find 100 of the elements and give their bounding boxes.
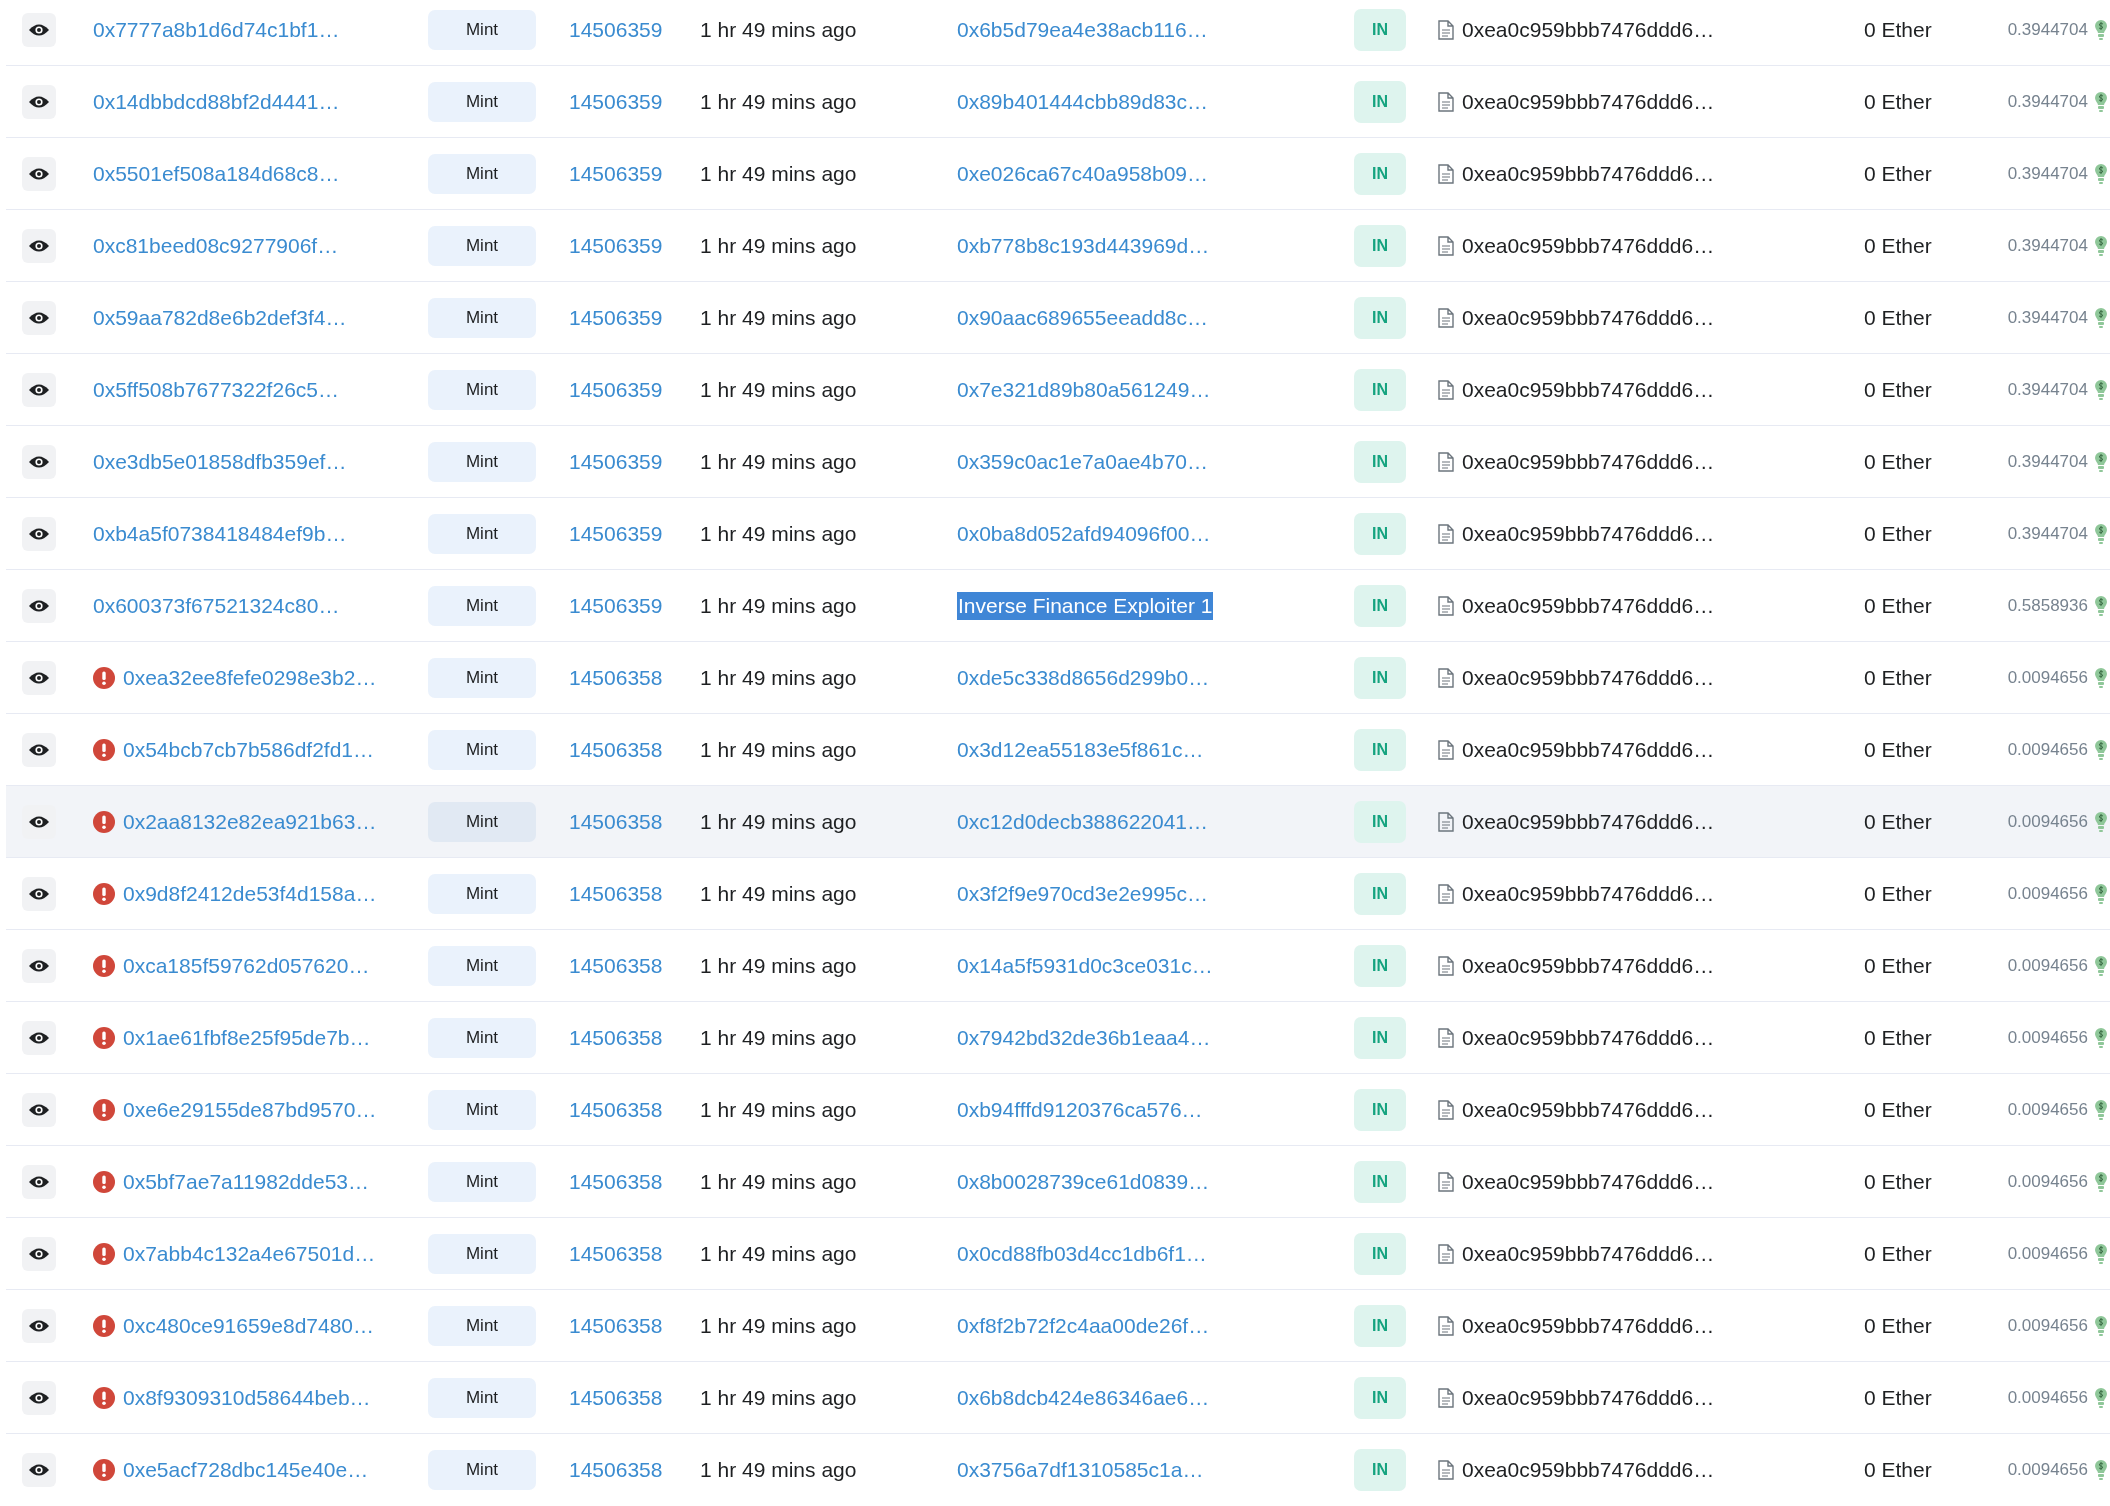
to-address-link[interactable]: 0xea0c959bbb7476ddd6…	[1462, 305, 1715, 330]
from-address-link[interactable]: 0xc12d0decb388622041…	[957, 809, 1209, 834]
from-address-link[interactable]: 0x0cd88fb03d4cc1db6f1…	[957, 1241, 1207, 1266]
from-address-link[interactable]: 0xe026ca67c40a958b09…	[957, 161, 1209, 186]
from-address-link[interactable]: 0x89b401444cbb89d83c…	[957, 89, 1209, 114]
preview-button[interactable]	[22, 1164, 56, 1199]
block-link[interactable]: 14506359	[569, 161, 663, 186]
to-address-link[interactable]: 0xea0c959bbb7476ddd6…	[1462, 89, 1715, 114]
transaction-hash-link[interactable]: 0xc81beed08c9277906f…	[93, 233, 339, 258]
to-address-link[interactable]: 0xea0c959bbb7476ddd6…	[1462, 593, 1715, 618]
block-link[interactable]: 14506358	[569, 881, 663, 906]
transaction-hash-link[interactable]: 0x5ff508b7677322f26c5…	[93, 377, 339, 402]
preview-button[interactable]	[22, 1236, 56, 1271]
block-link[interactable]: 14506359	[569, 521, 663, 546]
transaction-hash-link[interactable]: 0x5bf7ae7a11982dde53…	[123, 1169, 369, 1194]
block-link[interactable]: 14506358	[569, 1385, 663, 1410]
to-address-link[interactable]: 0xea0c959bbb7476ddd6…	[1462, 521, 1715, 546]
transaction-hash-link[interactable]: 0x54bcb7cb7b586df2fd1…	[123, 737, 375, 762]
block-link[interactable]: 14506358	[569, 1097, 663, 1122]
to-address-link[interactable]: 0xea0c959bbb7476ddd6…	[1462, 233, 1715, 258]
transaction-hash-link[interactable]: 0x8f9309310d58644beb…	[123, 1385, 371, 1410]
to-address-link[interactable]: 0xea0c959bbb7476ddd6…	[1462, 737, 1715, 762]
to-address-link[interactable]: 0xea0c959bbb7476ddd6…	[1462, 1241, 1715, 1266]
to-address-link[interactable]: 0xea0c959bbb7476ddd6…	[1462, 953, 1715, 978]
block-link[interactable]: 14506358	[569, 1457, 663, 1482]
from-address-link[interactable]: 0xb778b8c193d443969d…	[957, 233, 1210, 258]
preview-button[interactable]	[22, 372, 56, 407]
from-address-link[interactable]: 0xf8f2b72f2c4aa00de26f…	[957, 1313, 1210, 1338]
transaction-hash-link[interactable]: 0x600373f67521324c80…	[93, 593, 340, 618]
from-address-link[interactable]: 0x90aac689655eeadd8c…	[957, 305, 1209, 330]
block-link[interactable]: 14506358	[569, 1025, 663, 1050]
block-link[interactable]: 14506358	[569, 1241, 663, 1266]
from-address-link[interactable]: 0x3756a7df1310585c1a…	[957, 1457, 1204, 1482]
transaction-hash-link[interactable]: 0x7abb4c132a4e67501d…	[123, 1241, 376, 1266]
block-link[interactable]: 14506359	[569, 233, 663, 258]
block-link[interactable]: 14506359	[569, 449, 663, 474]
block-link[interactable]: 14506359	[569, 377, 663, 402]
from-address-link[interactable]: 0x3f2f9e970cd3e2e995c…	[957, 881, 1209, 906]
transaction-hash-link[interactable]: 0x9d8f2412de53f4d158a…	[123, 881, 377, 906]
transaction-hash-link[interactable]: 0x14dbbdcd88bf2d4441…	[93, 89, 340, 114]
transaction-hash-link[interactable]: 0x1ae61fbf8e25f95de7b…	[123, 1025, 371, 1050]
transaction-hash-link[interactable]: 0xe6e29155de87bd9570…	[123, 1097, 377, 1122]
preview-button[interactable]	[22, 1020, 56, 1055]
from-address-link[interactable]: 0x6b5d79ea4e38acb116…	[957, 17, 1208, 42]
block-link[interactable]: 14506358	[569, 1313, 663, 1338]
from-address-link[interactable]: 0x14a5f5931d0c3ce031c…	[957, 953, 1213, 978]
preview-button[interactable]	[22, 444, 56, 479]
block-link[interactable]: 14506358	[569, 953, 663, 978]
to-address-link[interactable]: 0xea0c959bbb7476ddd6…	[1462, 809, 1715, 834]
from-address-link[interactable]: 0x0ba8d052afd94096f00…	[957, 521, 1211, 546]
to-address-link[interactable]: 0xea0c959bbb7476ddd6…	[1462, 1457, 1715, 1482]
preview-button[interactable]	[22, 1452, 56, 1487]
preview-button[interactable]	[22, 1092, 56, 1127]
block-link[interactable]: 14506358	[569, 737, 663, 762]
to-address-link[interactable]: 0xea0c959bbb7476ddd6…	[1462, 1385, 1715, 1410]
to-address-link[interactable]: 0xea0c959bbb7476ddd6…	[1462, 161, 1715, 186]
to-address-link[interactable]: 0xea0c959bbb7476ddd6…	[1462, 881, 1715, 906]
preview-button[interactable]	[22, 876, 56, 911]
preview-button[interactable]	[22, 588, 56, 623]
block-link[interactable]: 14506358	[569, 809, 663, 834]
transaction-hash-link[interactable]: 0x59aa782d8e6b2def3f4…	[93, 305, 347, 330]
block-link[interactable]: 14506359	[569, 593, 663, 618]
block-link[interactable]: 14506359	[569, 89, 663, 114]
preview-button[interactable]	[22, 1380, 56, 1415]
to-address-link[interactable]: 0xea0c959bbb7476ddd6…	[1462, 1025, 1715, 1050]
preview-button[interactable]	[22, 660, 56, 695]
to-address-link[interactable]: 0xea0c959bbb7476ddd6…	[1462, 665, 1715, 690]
block-link[interactable]: 14506358	[569, 1169, 663, 1194]
from-address-link[interactable]: 0x8b0028739ce61d0839…	[957, 1169, 1210, 1194]
preview-button[interactable]	[22, 156, 56, 191]
preview-button[interactable]	[22, 804, 56, 839]
from-address-link[interactable]: 0xb94fffd9120376ca576…	[957, 1097, 1203, 1122]
preview-button[interactable]	[22, 84, 56, 119]
preview-button[interactable]	[22, 300, 56, 335]
preview-button[interactable]	[22, 732, 56, 767]
from-address-link[interactable]: Inverse Finance Exploiter 1	[957, 591, 1214, 620]
preview-button[interactable]	[22, 12, 56, 47]
transaction-hash-link[interactable]: 0x5501ef508a184d68c8…	[93, 161, 340, 186]
to-address-link[interactable]: 0xea0c959bbb7476ddd6…	[1462, 377, 1715, 402]
transaction-hash-link[interactable]: 0xea32ee8fefe0298e3b2…	[123, 665, 377, 690]
preview-button[interactable]	[22, 1308, 56, 1343]
from-address-link[interactable]: 0x7942bd32de36b1eaa4…	[957, 1025, 1211, 1050]
to-address-link[interactable]: 0xea0c959bbb7476ddd6…	[1462, 1313, 1715, 1338]
from-address-link[interactable]: 0xde5c338d8656d299b0…	[957, 665, 1210, 690]
to-address-link[interactable]: 0xea0c959bbb7476ddd6…	[1462, 1097, 1715, 1122]
to-address-link[interactable]: 0xea0c959bbb7476ddd6…	[1462, 449, 1715, 474]
transaction-hash-link[interactable]: 0x2aa8132e82ea921b63…	[123, 809, 377, 834]
from-address-link[interactable]: 0x3d12ea55183e5f861c…	[957, 737, 1204, 762]
transaction-hash-link[interactable]: 0x7777a8b1d6d74c1bf1…	[93, 17, 340, 42]
preview-button[interactable]	[22, 516, 56, 551]
transaction-hash-link[interactable]: 0xc480ce91659e8d7480…	[123, 1313, 375, 1338]
transaction-hash-link[interactable]: 0xe3db5e01858dfb359ef…	[93, 449, 347, 474]
transaction-hash-link[interactable]: 0xca185f59762d057620…	[123, 953, 370, 978]
transaction-hash-link[interactable]: 0xe5acf728dbc145e40e…	[123, 1457, 369, 1482]
block-link[interactable]: 14506358	[569, 665, 663, 690]
preview-button[interactable]	[22, 228, 56, 263]
block-link[interactable]: 14506359	[569, 17, 663, 42]
to-address-link[interactable]: 0xea0c959bbb7476ddd6…	[1462, 17, 1715, 42]
block-link[interactable]: 14506359	[569, 305, 663, 330]
from-address-link[interactable]: 0x7e321d89b80a561249…	[957, 377, 1211, 402]
